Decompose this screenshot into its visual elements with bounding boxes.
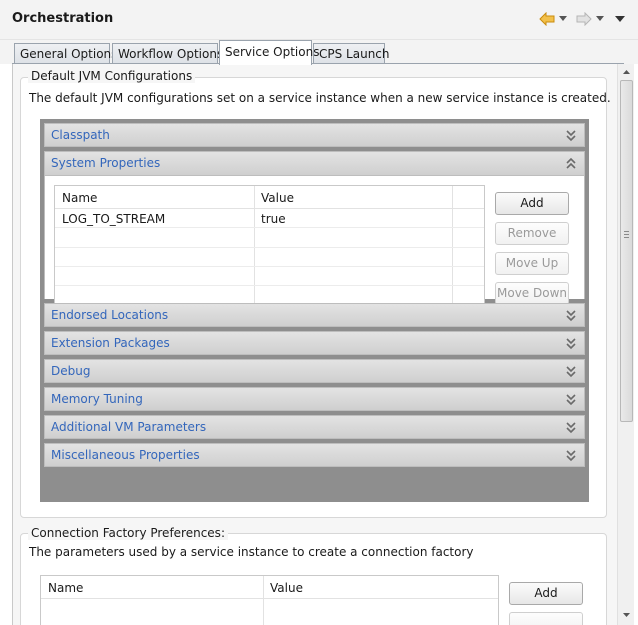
expand-icon [566, 450, 576, 462]
connection-factory-table[interactable]: Name Value [40, 575, 499, 625]
vertical-scrollbar[interactable] [617, 64, 634, 625]
table-row[interactable]: LOG_TO_STREAM true [55, 209, 484, 228]
expand-icon [566, 422, 576, 434]
tab-divider [12, 63, 624, 64]
section-label: Endorsed Locations [51, 308, 169, 322]
forward-dropdown-button[interactable] [595, 10, 605, 28]
cell-value: true [261, 212, 286, 226]
expand-icon [566, 130, 576, 142]
tab-service-options[interactable]: Service Options [219, 40, 319, 65]
forward-icon [576, 12, 592, 26]
expand-icon [566, 394, 576, 406]
section-miscellaneous-properties[interactable]: Miscellaneous Properties [44, 443, 585, 467]
section-label: Extension Packages [51, 336, 170, 350]
scrollbar-grip-line [624, 234, 629, 235]
connection-factory-description: The parameters used by a service instanc… [29, 545, 474, 559]
scroll-down-icon[interactable] [620, 608, 633, 621]
column-divider [263, 576, 264, 625]
column-header-name: Name [62, 191, 98, 205]
section-system-properties-header[interactable]: System Properties [45, 152, 584, 176]
tab-general-options[interactable]: General Options [14, 43, 117, 64]
default-jvm-group-title: Default JVM Configurations [28, 69, 196, 83]
tab-workflow-options[interactable]: Workflow Options [112, 43, 223, 64]
forward-button[interactable] [575, 10, 593, 28]
view-menu-button[interactable] [613, 10, 627, 28]
add-property-button[interactable]: Add [495, 192, 569, 215]
section-additional-vm-parameters[interactable]: Additional VM Parameters [44, 415, 585, 439]
section-classpath[interactable]: Classpath [44, 123, 585, 147]
service-options-page: Default JVM Configurations The default J… [12, 64, 624, 625]
chevron-down-icon [596, 16, 604, 21]
section-memory-tuning[interactable]: Memory Tuning [44, 387, 585, 411]
expand-icon [566, 338, 576, 350]
expand-icon [566, 366, 576, 378]
view-menu-icon [615, 15, 625, 22]
back-button[interactable] [538, 10, 556, 28]
move-down-button[interactable]: Move Down [495, 282, 569, 305]
scroll-up-icon[interactable] [620, 66, 633, 79]
collapse-icon [566, 158, 576, 169]
table-header: Name Value [41, 576, 498, 599]
remove-property-button[interactable]: Remove [495, 222, 569, 245]
column-header-value: Value [261, 191, 294, 205]
system-properties-table[interactable]: Name Value LOG_TO_STREAM true [54, 185, 485, 308]
scrollbar-grip-line [624, 231, 629, 232]
section-extension-packages[interactable]: Extension Packages [44, 331, 585, 355]
column-header-value: Value [270, 581, 303, 595]
add-connection-parameter-button[interactable]: Add [509, 582, 583, 605]
section-system-properties: System Properties Name Value LOG_TO_STRE… [44, 151, 585, 308]
view-title: Orchestration [12, 11, 114, 26]
section-label: Additional VM Parameters [51, 420, 207, 434]
section-label: Miscellaneous Properties [51, 448, 200, 462]
expand-icon [566, 310, 576, 322]
chevron-down-icon [559, 16, 567, 21]
section-debug[interactable]: Debug [44, 359, 585, 383]
scrollbar-grip-line [624, 237, 629, 238]
table-row-empty [55, 248, 484, 267]
system-properties-body: Name Value LOG_TO_STREAM true Add Remove… [45, 176, 584, 308]
default-jvm-description: The default JVM configurations set on a … [29, 91, 611, 105]
move-up-button[interactable]: Move Up [495, 252, 569, 275]
section-label: System Properties [51, 156, 161, 170]
tab-bar: General Options Workflow Options Service… [0, 40, 638, 65]
table-row-empty [55, 229, 484, 248]
column-header-name: Name [48, 581, 84, 595]
tab-cps-launch[interactable]: CPS Launch [313, 43, 390, 64]
connection-factory-group-title: Connection Factory Preferences: [28, 526, 228, 540]
section-label: Memory Tuning [51, 392, 143, 406]
remove-connection-parameter-button[interactable] [509, 612, 583, 625]
table-row-empty [55, 267, 484, 286]
jvm-sections-panel: Classpath System Properties Name Value L… [40, 119, 589, 502]
table-header: Name Value [55, 186, 484, 209]
section-label: Classpath [51, 128, 110, 142]
section-endorsed-locations[interactable]: Endorsed Locations [44, 303, 585, 327]
back-icon [539, 12, 555, 26]
scrollbar-thumb[interactable] [620, 80, 633, 422]
section-label: Debug [51, 364, 91, 378]
back-dropdown-button[interactable] [558, 10, 568, 28]
view-header: Orchestration [0, 0, 638, 40]
cell-name: LOG_TO_STREAM [62, 212, 166, 226]
